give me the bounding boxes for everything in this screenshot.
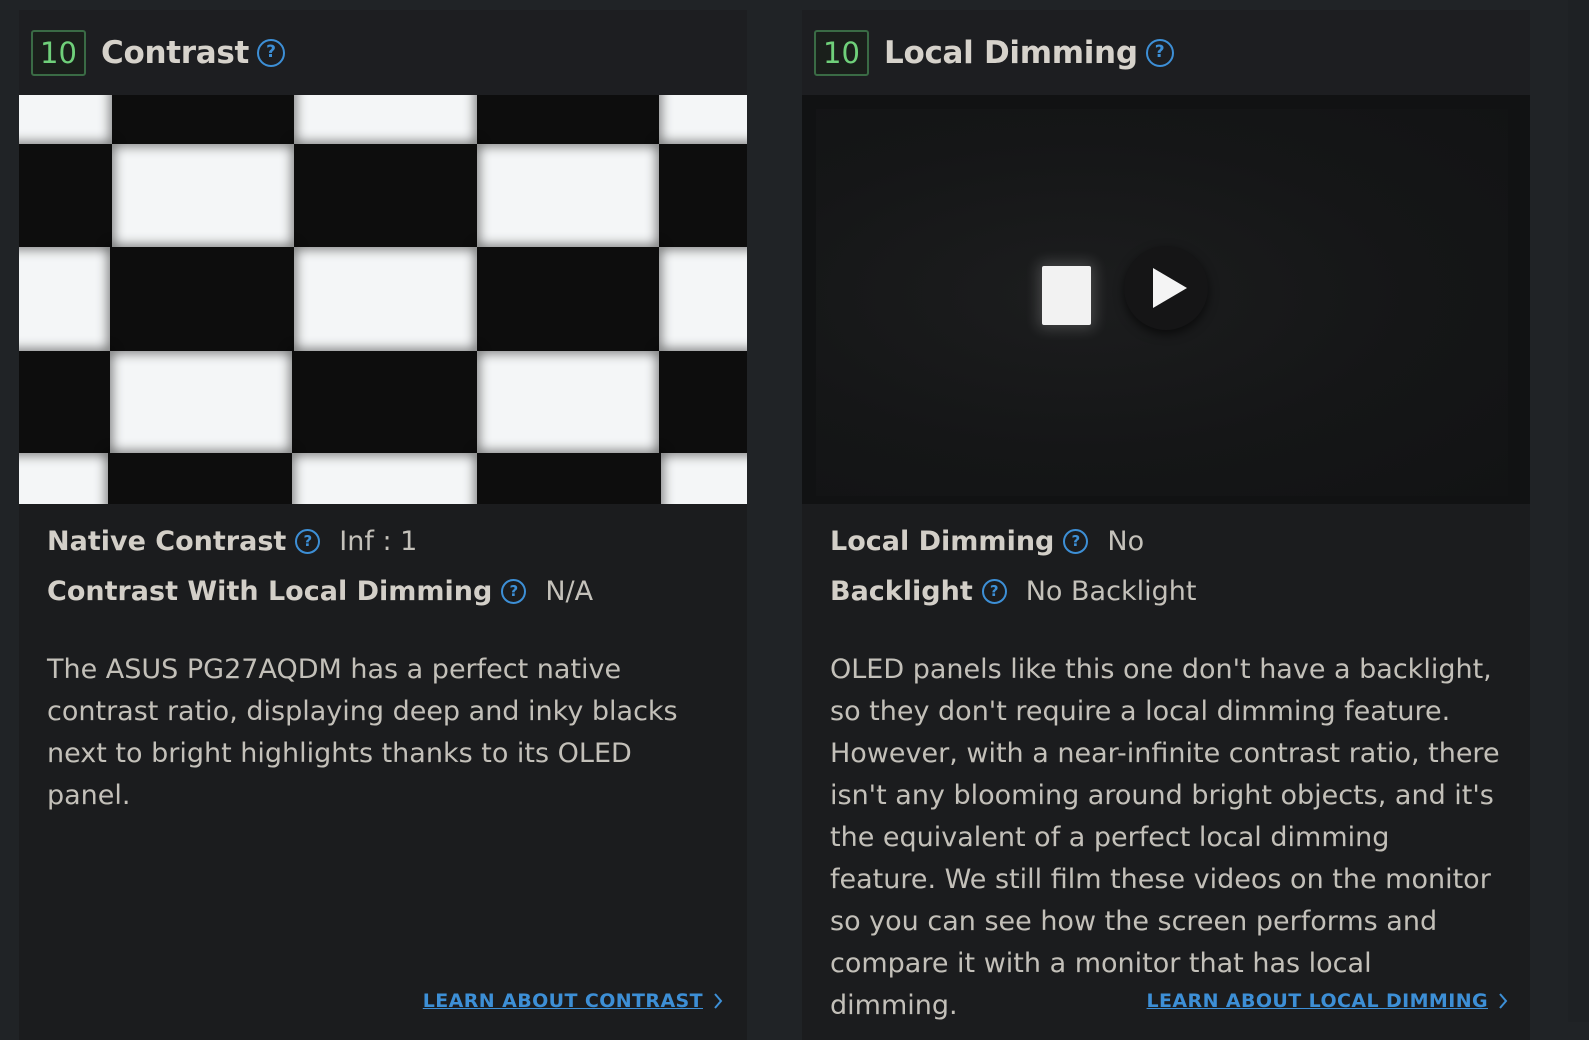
spec-label: Native Contrast	[47, 525, 287, 557]
chevron-right-icon	[1499, 993, 1508, 1009]
white-test-patch	[1042, 266, 1091, 325]
spec-label: Contrast With Local Dimming	[47, 575, 493, 607]
contrast-checkerboard-image	[19, 95, 747, 504]
question-circle-icon[interactable]: ?	[981, 578, 1007, 604]
card-header: 10 Local Dimming ?	[802, 10, 1530, 95]
question-circle-icon[interactable]: ?	[501, 578, 527, 604]
question-circle-icon[interactable]: ?	[1145, 38, 1174, 67]
spec-value: N/A	[545, 575, 594, 607]
card-description: OLED panels like this one don't have a b…	[830, 654, 1500, 1021]
score-badge: 10	[31, 29, 86, 76]
spec-row-contrast-local-dimming: Contrast With Local Dimming ? N/A	[47, 566, 719, 616]
play-button[interactable]	[1124, 246, 1208, 330]
spec-list: Native Contrast ? Inf : 1 Contrast With …	[19, 504, 747, 616]
local-dimming-card: 10 Local Dimming ? Local Dimming ? No Ba…	[802, 10, 1530, 1040]
link-label: LEARN ABOUT LOCAL DIMMING	[1146, 990, 1488, 1012]
card-header: 10 Contrast ?	[19, 10, 747, 95]
spec-label: Local Dimming	[830, 525, 1055, 557]
card-description: The ASUS PG27AQDM has a perfect native c…	[47, 654, 678, 811]
card-title: Contrast	[101, 34, 250, 71]
spec-label: Backlight	[830, 575, 973, 607]
card-title: Local Dimming	[884, 34, 1138, 71]
link-label: LEARN ABOUT CONTRAST	[422, 990, 703, 1012]
learn-about-contrast-link[interactable]: LEARN ABOUT CONTRAST	[423, 990, 723, 1012]
play-icon	[1153, 268, 1187, 308]
spec-list: Local Dimming ? No Backlight ? No Backli…	[802, 504, 1530, 616]
contrast-card: 10 Contrast ? Native Contrast ? Inf : 1 …	[19, 10, 747, 1040]
scrollbar[interactable]	[1568, 0, 1589, 1022]
spec-row-local-dimming: Local Dimming ? No	[830, 516, 1502, 566]
question-circle-icon[interactable]: ?	[257, 38, 286, 67]
spec-row-backlight: Backlight ? No Backlight	[830, 566, 1502, 616]
spec-value: Inf : 1	[339, 525, 418, 557]
score-badge: 10	[814, 29, 869, 76]
learn-about-local-dimming-link[interactable]: LEARN ABOUT LOCAL DIMMING	[1147, 990, 1508, 1012]
chevron-right-icon	[714, 993, 723, 1009]
spec-value: No	[1107, 525, 1145, 557]
spec-value: No Backlight	[1025, 575, 1197, 607]
local-dimming-video[interactable]	[802, 95, 1530, 504]
spec-row-native-contrast: Native Contrast ? Inf : 1	[47, 516, 719, 566]
question-circle-icon[interactable]: ?	[295, 528, 321, 554]
question-circle-icon[interactable]: ?	[1063, 528, 1089, 554]
